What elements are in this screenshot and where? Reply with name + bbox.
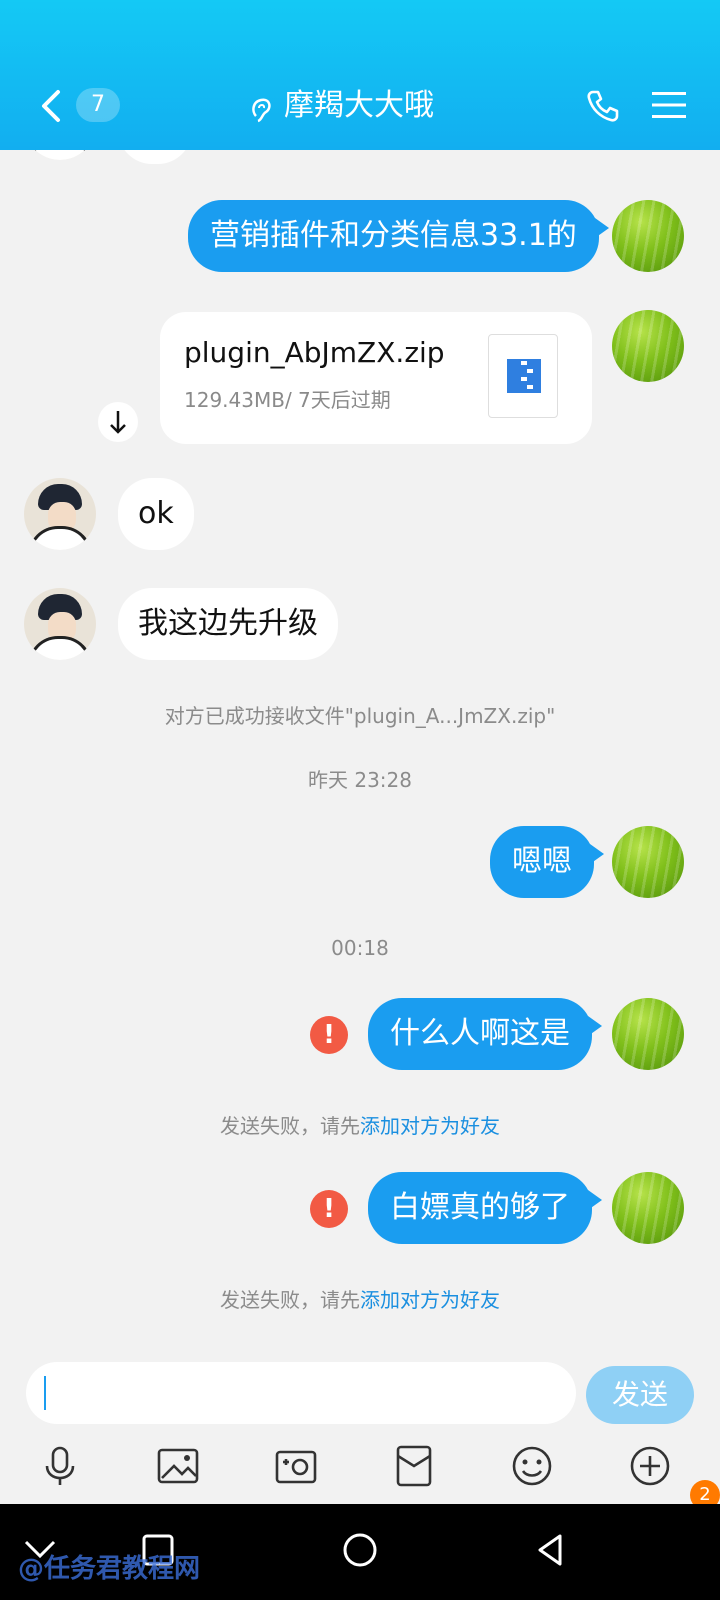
watermark-text: @任务君教程网 — [18, 1554, 201, 1584]
send-failed-notice: 发送失败，请先添加对方为好友 — [0, 1284, 720, 1313]
my-avatar[interactable] — [612, 826, 684, 898]
file-size-expiry: 129.43MB/ 7天后过期 — [184, 388, 391, 412]
send-failed-text: 发送失败，请先 — [220, 1114, 360, 1138]
image-icon[interactable] — [156, 1444, 200, 1488]
my-avatar[interactable] — [612, 200, 684, 272]
message-list[interactable]: 营销插件和分类信息33.1的 plugin_AbJmZX.zip 129.43M… — [0, 150, 720, 1350]
send-failed-icon[interactable]: ! — [310, 1190, 348, 1228]
contact-avatar[interactable] — [24, 588, 96, 660]
emoji-icon[interactable] — [510, 1444, 554, 1488]
earpiece-mode-icon — [252, 98, 271, 123]
timestamp: 00:18 — [331, 936, 389, 960]
red-packet-icon[interactable] — [392, 1444, 436, 1488]
send-failed-icon[interactable]: ! — [310, 1016, 348, 1054]
file-message-card[interactable]: plugin_AbJmZX.zip 129.43MB/ 7天后过期 — [160, 312, 592, 444]
add-friend-link[interactable]: 添加对方为好友 — [360, 1114, 500, 1138]
phone-call-icon[interactable] — [585, 88, 621, 124]
system-notice-file-received: 对方已成功接收文件"plugin_A...JmZX.zip" — [164, 704, 556, 728]
add-friend-link[interactable]: 添加对方为好友 — [360, 1288, 500, 1312]
home-icon[interactable] — [340, 1530, 380, 1570]
back-icon[interactable] — [530, 1530, 570, 1570]
chat-header: 7 摩羯大大哦 — [0, 0, 720, 150]
zip-file-icon — [488, 334, 558, 418]
message-bubble-partial — [118, 150, 192, 164]
download-button[interactable] — [98, 402, 138, 442]
contact-avatar[interactable] — [24, 478, 96, 550]
message-bubble-outgoing[interactable]: 嗯嗯 — [490, 826, 604, 898]
camera-icon[interactable] — [274, 1444, 318, 1488]
file-name: plugin_AbJmZX.zip — [184, 336, 445, 369]
message-input[interactable] — [26, 1362, 576, 1424]
my-avatar[interactable] — [612, 1172, 684, 1244]
download-arrow-icon — [110, 411, 126, 434]
send-button[interactable]: 发送 — [586, 1366, 694, 1424]
contact-avatar[interactable] — [24, 150, 96, 160]
message-bubble-incoming[interactable]: ok — [118, 478, 194, 550]
my-avatar[interactable] — [612, 998, 684, 1070]
message-composer: 发送 — [0, 1350, 720, 1504]
contact-name: 摩羯大大哦 — [284, 88, 434, 123]
message-bubble-incoming[interactable]: 我这边先升级 — [118, 588, 338, 660]
message-bubble-outgoing[interactable]: 营销插件和分类信息33.1的 — [188, 200, 609, 272]
send-failed-notice: 发送失败，请先添加对方为好友 — [0, 1110, 720, 1139]
menu-icon[interactable] — [652, 90, 686, 120]
timestamp: 昨天 23:28 — [308, 768, 412, 792]
system-navigation-bar: @任务君教程网 — [0, 1504, 720, 1600]
my-avatar[interactable] — [612, 310, 684, 382]
message-bubble-outgoing[interactable]: 什么人啊这是 — [368, 998, 602, 1070]
plus-icon[interactable] — [628, 1444, 672, 1488]
unread-count-badge[interactable]: 7 — [76, 88, 120, 122]
send-failed-text: 发送失败，请先 — [220, 1288, 360, 1312]
message-bubble-outgoing[interactable]: 白嫖真的够了 — [368, 1172, 602, 1244]
text-cursor — [44, 1376, 46, 1410]
back-arrow-icon[interactable] — [36, 86, 66, 126]
microphone-icon[interactable] — [38, 1444, 82, 1488]
